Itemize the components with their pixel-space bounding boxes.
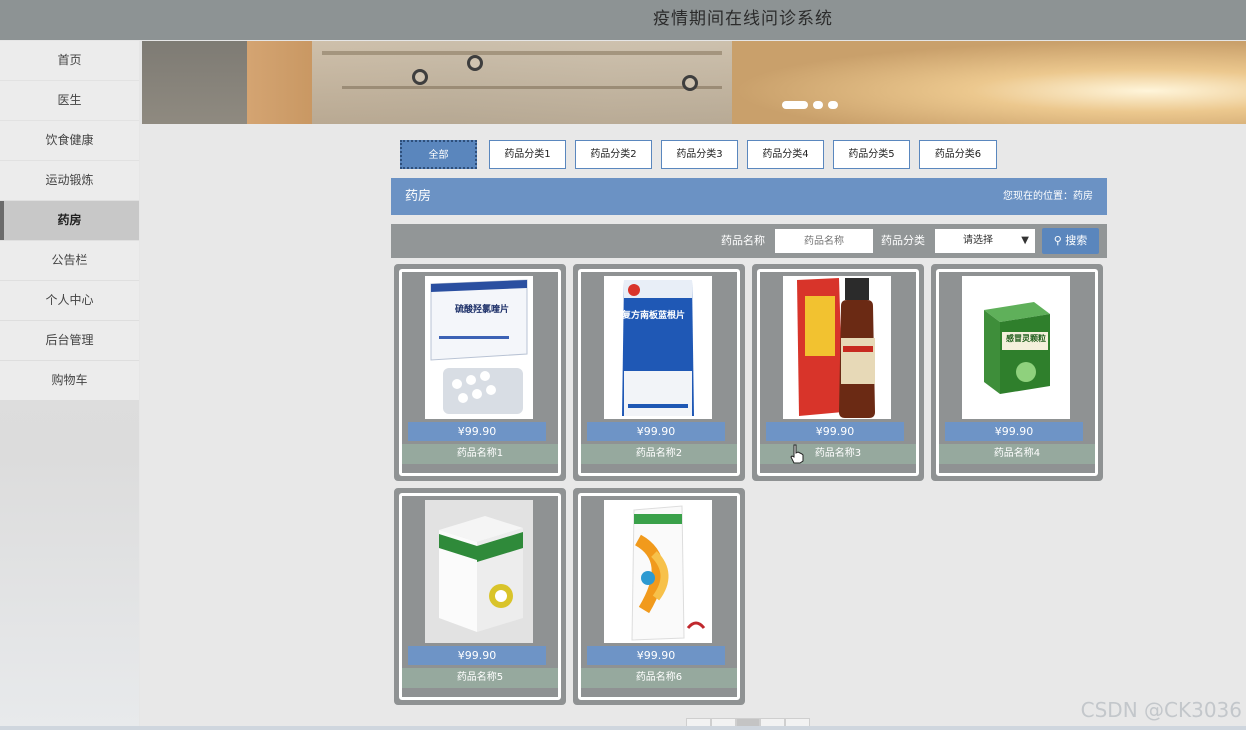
banner-wheel <box>682 75 698 91</box>
carousel-dot[interactable] <box>813 101 823 109</box>
product-card[interactable]: 复方南板蓝根片 ¥99.90 药品名称2 <box>573 264 745 481</box>
product-card-inner: ¥99.90 药品名称3 <box>757 269 919 476</box>
product-price: ¥99.90 <box>945 422 1083 441</box>
banner-carousel[interactable] <box>142 41 1246 124</box>
carousel-dot[interactable] <box>828 101 838 109</box>
package-title: 复方南板蓝根片 <box>622 311 686 321</box>
product-name[interactable]: 药品名称6 <box>581 668 737 688</box>
section-title: 药房 <box>405 189 432 204</box>
sidebar-item-exercise[interactable]: 运动锻炼 <box>0 161 139 200</box>
banner-wall <box>142 41 247 124</box>
tab-category-2[interactable]: 药品分类2 <box>575 140 652 169</box>
sidebar-item-diet-health[interactable]: 饮食健康 <box>0 121 139 160</box>
tab-category-6[interactable]: 药品分类6 <box>919 140 997 169</box>
category-select[interactable]: 请选择 ▼ <box>935 229 1035 253</box>
search-button[interactable]: ⚲ 搜索 <box>1042 228 1099 254</box>
sidebar-item-personal-center[interactable]: 个人中心 <box>0 281 139 320</box>
medicine-box-illustration <box>425 500 533 643</box>
sidebar-item-home[interactable]: 首页 <box>0 41 139 80</box>
product-name[interactable]: 药品名称1 <box>402 444 558 464</box>
search-button-label: 搜索 <box>1065 234 1088 247</box>
product-image: 感冒灵颗粒 <box>962 276 1070 419</box>
banner-floor <box>732 41 1246 124</box>
medicine-box-illustration <box>604 500 712 643</box>
banner-bed-rail <box>322 51 722 55</box>
package-title: 感冒灵颗粒 <box>1006 334 1046 343</box>
product-price: ¥99.90 <box>766 422 904 441</box>
search-bar: 药品名称 药品分类 请选择 ▼ ⚲ 搜索 <box>391 224 1107 258</box>
product-image: 硫酸羟氯喹片 <box>425 276 533 419</box>
product-card-inner: 硫酸羟氯喹片 ¥99.90 药品名称1 <box>399 269 561 476</box>
tab-category-4[interactable]: 药品分类4 <box>747 140 824 169</box>
section-header: 药房 您现在的位置：药房 <box>391 178 1107 215</box>
product-image <box>425 500 533 643</box>
product-card-inner: 感冒灵颗粒 ¥99.90 药品名称4 <box>936 269 1098 476</box>
sidebar-item-admin[interactable]: 后台管理 <box>0 321 139 360</box>
product-card-inner: ¥99.90 药品名称6 <box>578 493 740 700</box>
app-title: 疫情期间在线问诊系统 <box>653 9 833 29</box>
product-card[interactable]: 感冒灵颗粒 ¥99.90 药品名称4 <box>931 264 1103 481</box>
product-price: ¥99.90 <box>587 422 725 441</box>
banner-wheel <box>412 69 428 85</box>
product-image <box>604 500 712 643</box>
sidebar-item-cart[interactable]: 购物车 <box>0 361 139 400</box>
tab-all[interactable]: 全部 <box>400 140 477 169</box>
tab-category-1[interactable]: 药品分类1 <box>489 140 566 169</box>
breadcrumb: 您现在的位置：药房 <box>1003 191 1093 202</box>
category-select-value: 请选择 <box>963 235 993 246</box>
product-name[interactable]: 药品名称4 <box>939 444 1095 464</box>
bottom-line <box>0 726 1246 730</box>
product-card[interactable]: ¥99.90 药品名称6 <box>573 488 745 705</box>
product-card[interactable]: ¥99.90 药品名称5 <box>394 488 566 705</box>
product-card-inner: 复方南板蓝根片 ¥99.90 药品名称2 <box>578 269 740 476</box>
sidebar: 首页 医生 饮食健康 运动锻炼 药房 公告栏 个人中心 后台管理 购物车 <box>0 41 139 730</box>
product-card[interactable]: 硫酸羟氯喹片 ¥99.90 药品名称1 <box>394 264 566 481</box>
carousel-dots <box>782 101 838 109</box>
banner-wheel <box>467 55 483 71</box>
product-name[interactable]: 药品名称5 <box>402 668 558 688</box>
medicine-box-illustration <box>425 276 533 419</box>
package-title: 硫酸羟氯喹片 <box>455 305 510 315</box>
tab-category-3[interactable]: 药品分类3 <box>661 140 738 169</box>
banner-bed-rail-lower <box>342 86 722 89</box>
tab-category-5[interactable]: 药品分类5 <box>833 140 910 169</box>
product-image <box>783 276 891 419</box>
sidebar-item-doctor[interactable]: 医生 <box>0 81 139 120</box>
product-price: ¥99.90 <box>408 422 546 441</box>
product-card-inner: ¥99.90 药品名称5 <box>399 493 561 700</box>
search-icon: ⚲ <box>1053 234 1062 247</box>
product-price: ¥99.90 <box>587 646 725 665</box>
product-card[interactable]: ¥99.90 药品名称3 <box>752 264 924 481</box>
watermark: CSDN @CK3036 <box>1080 698 1242 722</box>
product-name[interactable]: 药品名称2 <box>581 444 737 464</box>
medicine-box-illustration <box>962 276 1070 419</box>
product-price: ¥99.90 <box>408 646 546 665</box>
chevron-down-icon: ▼ <box>1021 235 1029 246</box>
hand-cursor-icon <box>790 444 804 464</box>
sidebar-item-notice-board[interactable]: 公告栏 <box>0 241 139 280</box>
medicine-name-input[interactable] <box>775 229 873 253</box>
top-bar: 疫情期间在线问诊系统 <box>0 0 1246 40</box>
product-name[interactable]: 药品名称3 <box>760 444 916 464</box>
sidebar-item-pharmacy[interactable]: 药房 <box>0 201 139 240</box>
carousel-dot-active[interactable] <box>782 101 808 109</box>
banner-door <box>247 41 312 124</box>
product-image: 复方南板蓝根片 <box>604 276 712 419</box>
medicine-bottle-illustration <box>783 276 891 419</box>
name-label: 药品名称 <box>721 234 765 247</box>
medicine-box-illustration <box>604 276 712 419</box>
category-label: 药品分类 <box>881 234 925 247</box>
